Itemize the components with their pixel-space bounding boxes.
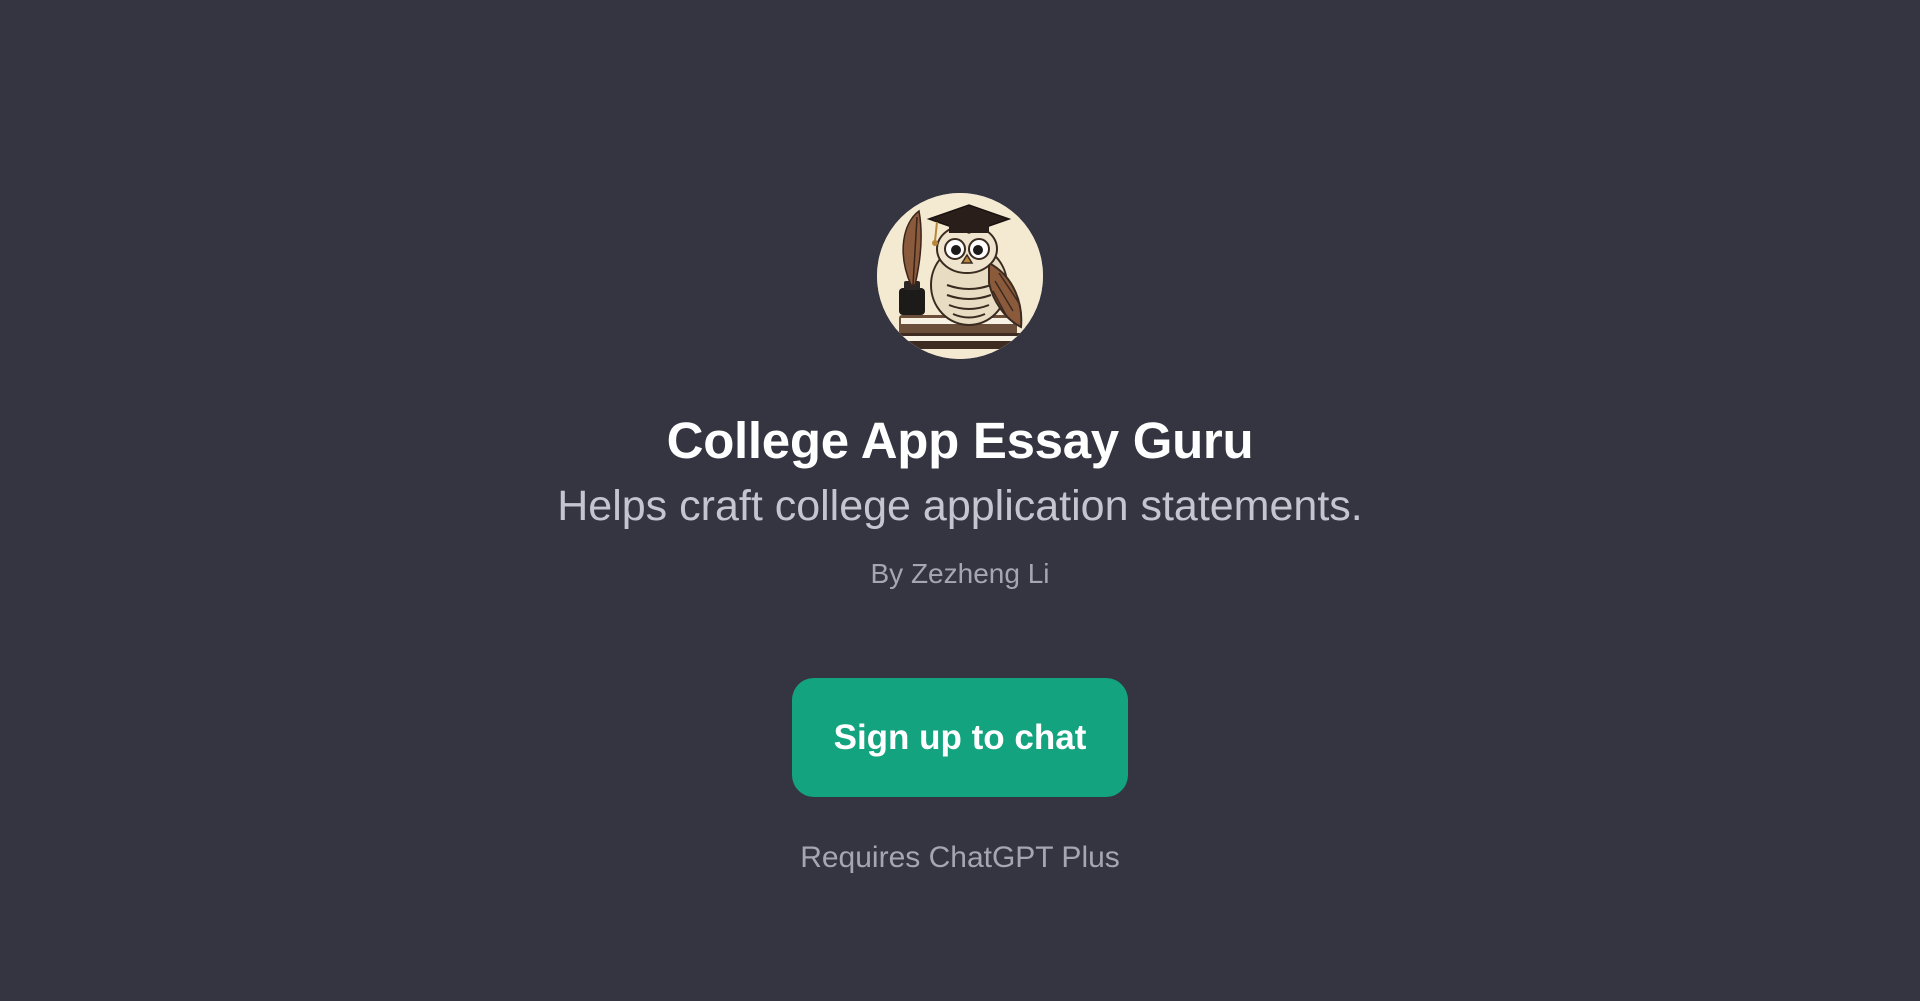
owl-graduate-avatar-icon xyxy=(877,193,1043,359)
gpt-landing-page: College App Essay Guru Helps craft colle… xyxy=(0,0,1920,1001)
requirement-note: Requires ChatGPT Plus xyxy=(800,841,1120,874)
gpt-title: College App Essay Guru xyxy=(666,412,1254,469)
gpt-author: By Zezheng Li xyxy=(870,558,1050,589)
gpt-description: Helps craft college application statemen… xyxy=(557,482,1363,530)
sign-up-to-chat-button[interactable]: Sign up to chat xyxy=(792,678,1128,797)
